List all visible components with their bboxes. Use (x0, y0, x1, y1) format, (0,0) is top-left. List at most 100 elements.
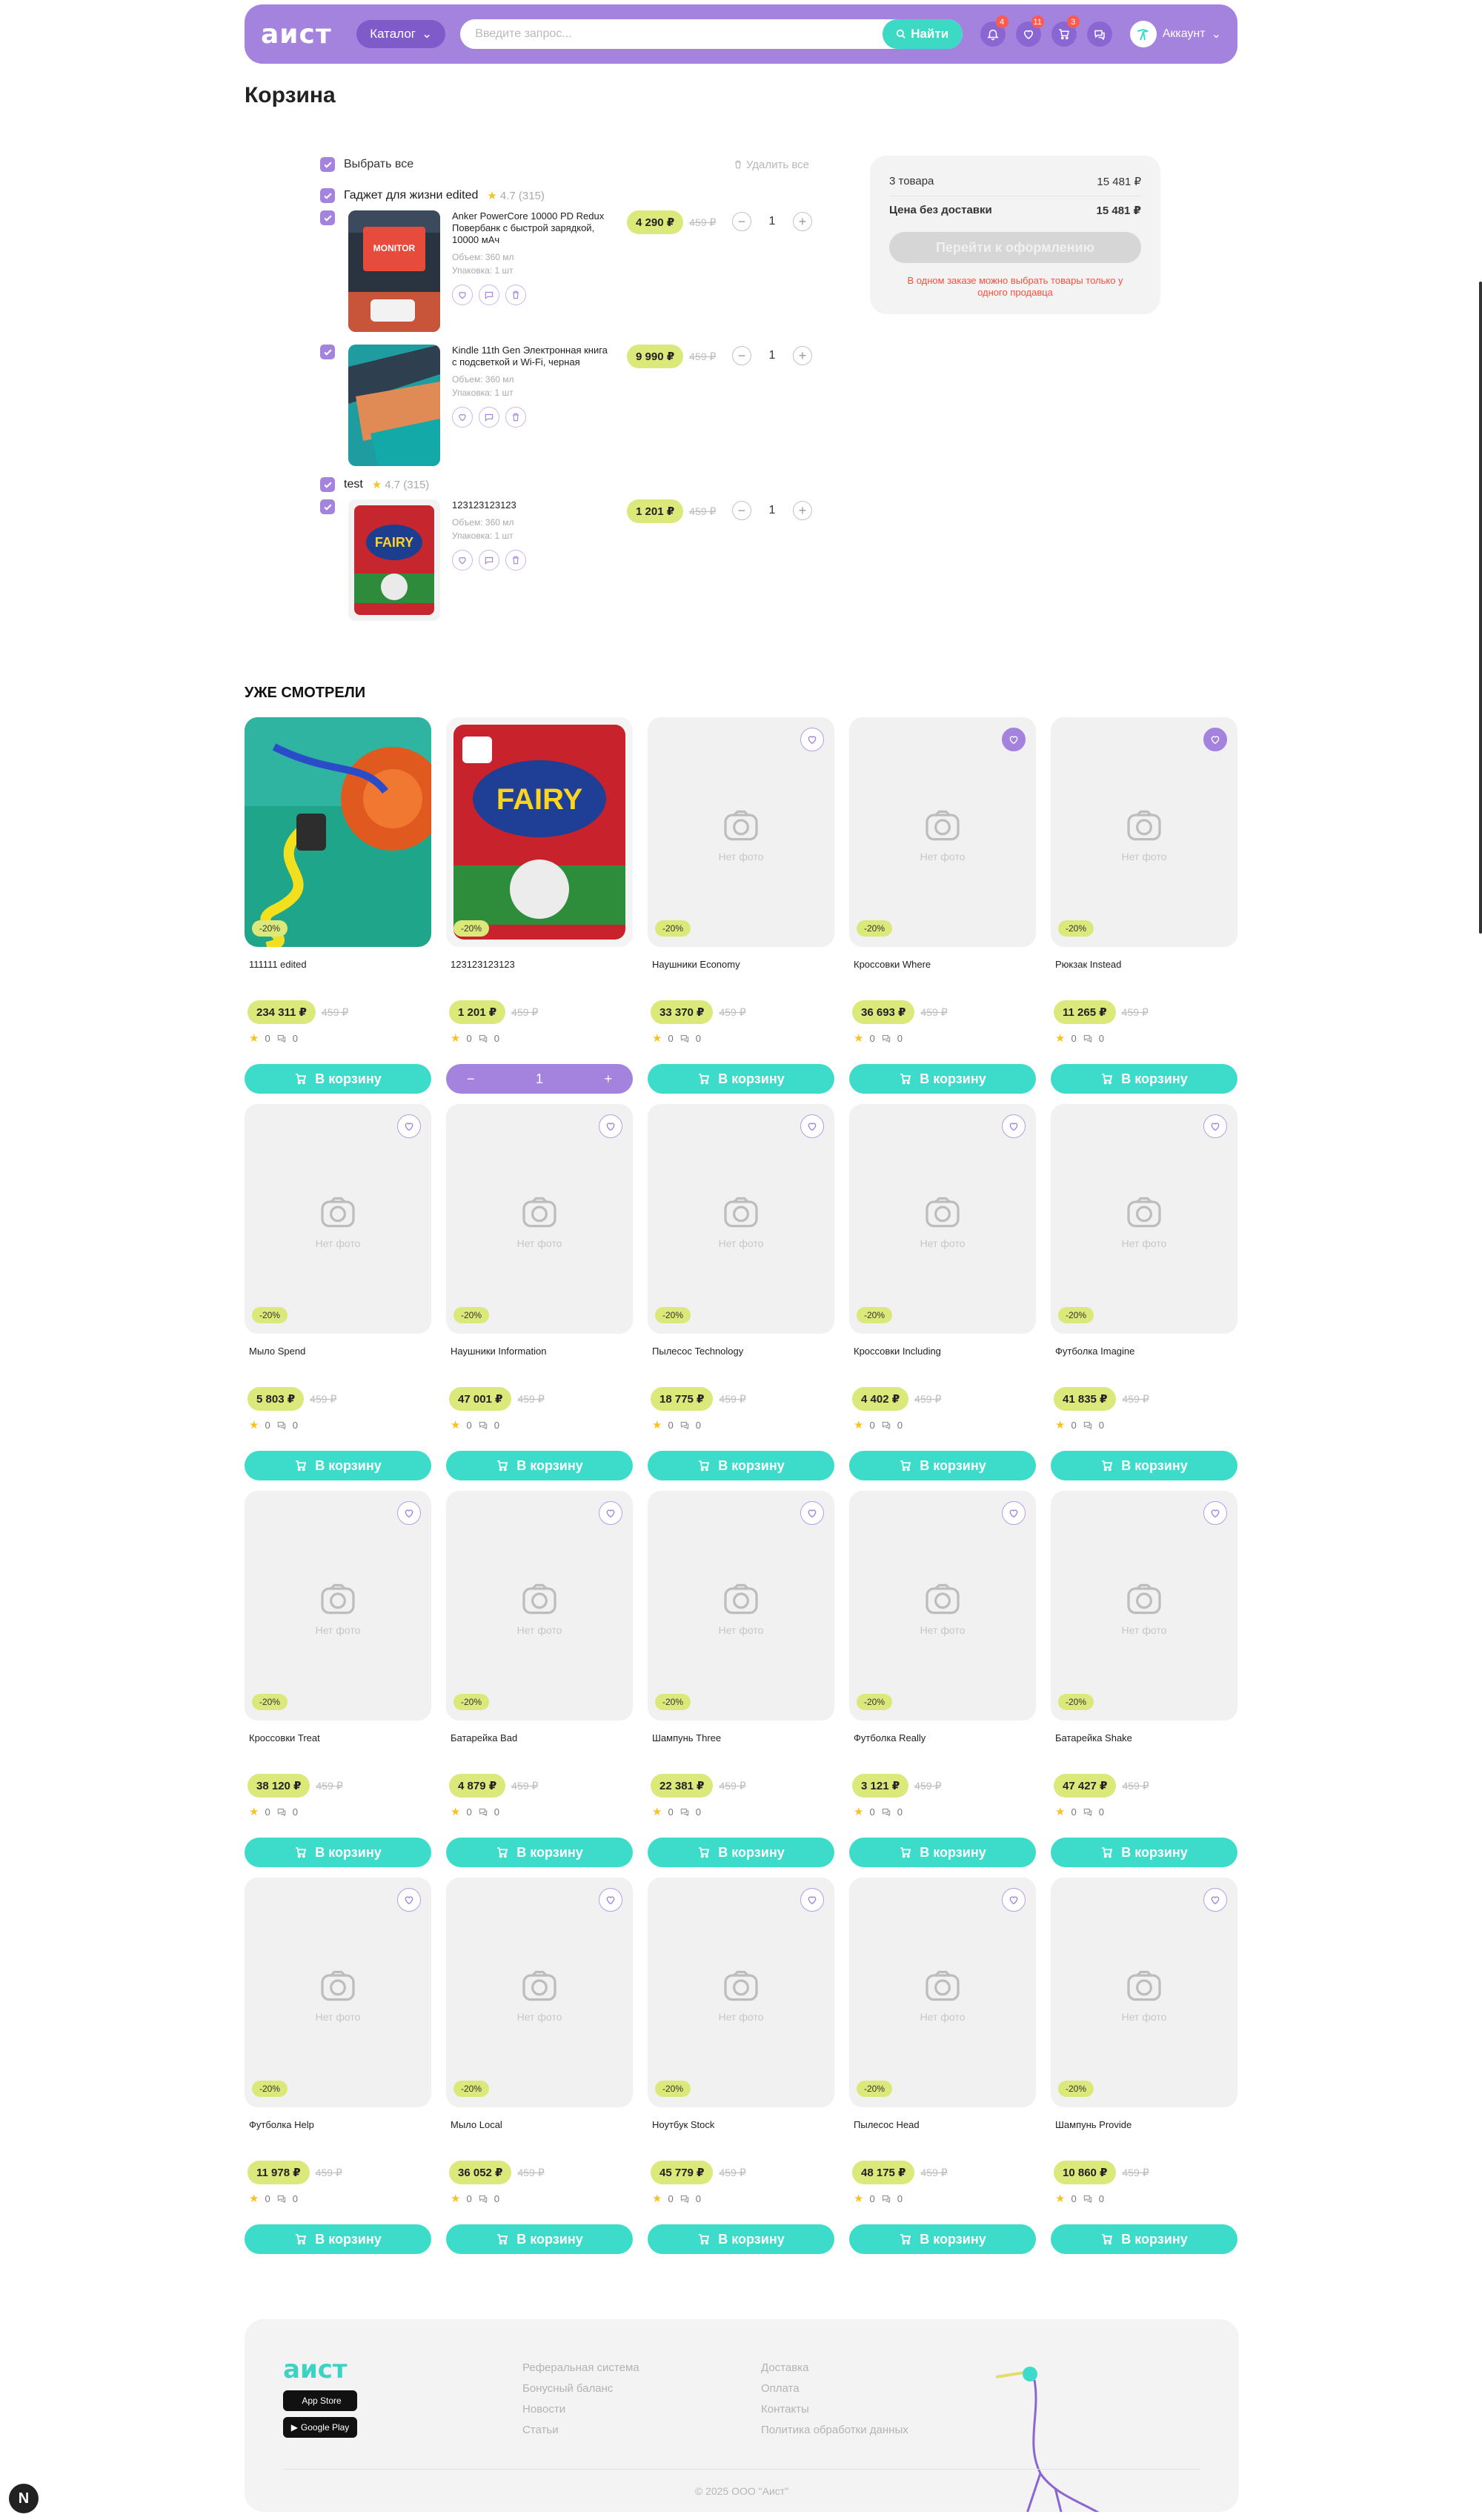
product-name[interactable]: Футболка Really (849, 1732, 1036, 1769)
scrollbar[interactable] (1479, 282, 1482, 934)
product-name[interactable]: Мыло Local (446, 2119, 633, 2156)
increase-button[interactable]: + (793, 501, 812, 520)
product-name[interactable]: Батарейка Shake (1051, 1732, 1237, 1769)
select-all-checkbox[interactable] (320, 157, 335, 172)
product-card[interactable]: Нет фото -20% Пылесос Technology 18 775 ₽ 45… (648, 1104, 834, 1480)
product-name[interactable]: 111111 edited (245, 959, 431, 996)
product-image[interactable]: FAIRY -20% (446, 717, 633, 947)
product-card[interactable]: Нет фото -20% Шампунь Three 22 381 ₽ 459 ₽ ★ 0… (648, 1491, 834, 1867)
footer-link[interactable]: Доставка (761, 2358, 908, 2378)
account-menu[interactable]: Аккаунт ⌄ (1129, 21, 1221, 47)
add-to-cart-button[interactable]: В корзину (648, 1064, 834, 1094)
catalog-button[interactable]: Каталог ⌄ (356, 20, 446, 48)
item-checkbox[interactable] (320, 499, 335, 514)
favorite-toggle[interactable] (397, 1114, 421, 1138)
product-card[interactable]: Нет фото -20% Наушники Information 47 001 ₽… (446, 1104, 633, 1480)
product-image[interactable]: -20% (245, 717, 431, 947)
app-store-button[interactable]: App Store (283, 2390, 357, 2411)
item-name[interactable]: Kindle 11th Gen Электронная книга с подс… (452, 345, 615, 368)
product-name[interactable]: Батарейка Bad (446, 1732, 633, 1769)
notifications-button[interactable]: 4 (980, 16, 1009, 47)
product-image[interactable]: Нет фото -20% (648, 1104, 834, 1334)
item-checkbox[interactable] (320, 210, 335, 225)
favorite-toggle[interactable] (397, 1888, 421, 1912)
product-image[interactable]: Нет фото -20% (446, 1104, 633, 1334)
favorite-toggle[interactable] (1203, 728, 1227, 751)
product-image[interactable]: Нет фото -20% (446, 1878, 633, 2107)
product-image[interactable]: Нет фото -20% (1051, 1491, 1237, 1721)
favorites-button[interactable]: 11 (1015, 16, 1044, 47)
product-card[interactable]: Нет фото -20% Футболка Really 3 121 ₽ 459 ₽ ★… (849, 1491, 1036, 1867)
add-to-cart-button[interactable]: В корзину (446, 2224, 633, 2254)
seller-checkbox[interactable] (320, 188, 335, 203)
seller-checkbox[interactable] (320, 477, 335, 492)
product-image[interactable]: Нет фото -20% (849, 1491, 1036, 1721)
delete-item-button[interactable] (505, 550, 526, 571)
add-to-cart-button[interactable]: В корзину (849, 2224, 1036, 2254)
add-to-cart-button[interactable]: В корзину (446, 1838, 633, 1867)
favorite-toggle[interactable] (1203, 1501, 1227, 1525)
product-card[interactable]: Нет фото -20% Мыло Spend 5 803 ₽ 459 ₽ ★ 0 0 В к… (245, 1104, 431, 1480)
favorite-button[interactable] (452, 550, 473, 571)
footer-link[interactable]: Контакты (761, 2399, 908, 2420)
add-to-cart-button[interactable]: В корзину (446, 1451, 633, 1480)
favorite-toggle[interactable] (1203, 1888, 1227, 1912)
item-checkbox[interactable] (320, 345, 335, 359)
product-card[interactable]: Нет фото -20% Футболка Imagine 41 835 ₽ 459 … (1051, 1104, 1237, 1480)
google-play-button[interactable]: ▶ Google Play (283, 2417, 357, 2438)
favorite-button[interactable] (452, 407, 473, 428)
product-name[interactable]: Пылесос Technology (648, 1346, 834, 1383)
item-image-kindle[interactable] (348, 345, 440, 466)
product-card[interactable]: Нет фото -20% Кроссовки Including 4 402 ₽ 45… (849, 1104, 1036, 1480)
product-image[interactable]: Нет фото -20% (648, 1491, 834, 1721)
messages-button[interactable] (1086, 21, 1112, 47)
product-image[interactable]: Нет фото -20% (648, 717, 834, 947)
product-card[interactable]: Нет фото -20% Рюкзак Instead 11 265 ₽ 459 ₽ ★… (1051, 717, 1237, 1094)
add-to-cart-button[interactable]: В корзину (1051, 2224, 1237, 2254)
product-name[interactable]: Рюкзак Instead (1051, 959, 1237, 996)
product-image[interactable]: Нет фото -20% (849, 1878, 1036, 2107)
cart-button[interactable]: 3 (1051, 16, 1080, 47)
item-image-fairy[interactable]: FAIRY (348, 499, 440, 621)
decrease-button[interactable]: − (467, 1071, 475, 1087)
product-name[interactable]: 123123123123 (446, 959, 633, 996)
seller-name[interactable]: Гаджет для жизни edited (344, 189, 478, 202)
decrease-button[interactable]: − (732, 501, 751, 520)
favorite-toggle[interactable] (1002, 1501, 1026, 1525)
product-name[interactable]: Мыло Spend (245, 1346, 431, 1383)
product-image[interactable]: Нет фото -20% (245, 1491, 431, 1721)
increase-button[interactable]: + (604, 1071, 612, 1087)
delete-all-button[interactable]: Удалить все (733, 159, 809, 171)
product-name[interactable]: Шампунь Three (648, 1732, 834, 1769)
favorite-toggle[interactable] (599, 1114, 622, 1138)
add-to-cart-button[interactable]: В корзину (849, 1064, 1036, 1094)
add-to-cart-button[interactable]: В корзину (245, 1451, 431, 1480)
add-to-cart-button[interactable]: В корзину (648, 2224, 834, 2254)
add-to-cart-button[interactable]: В корзину (245, 2224, 431, 2254)
decrease-button[interactable]: − (732, 212, 751, 231)
delete-item-button[interactable] (505, 285, 526, 305)
product-name[interactable]: Кроссовки Where (849, 959, 1036, 996)
favorite-toggle[interactable] (800, 1114, 824, 1138)
favorite-toggle[interactable] (800, 1501, 824, 1525)
product-image[interactable]: Нет фото -20% (648, 1878, 834, 2107)
add-to-cart-button[interactable]: В корзину (245, 1064, 431, 1094)
message-seller-button[interactable] (479, 285, 499, 305)
favorite-button[interactable] (452, 285, 473, 305)
product-card[interactable]: Нет фото -20% Кроссовки Treat 38 120 ₽ 459 ₽… (245, 1491, 431, 1867)
product-image[interactable]: Нет фото -20% (849, 1104, 1036, 1334)
product-card[interactable]: Нет фото -20% Наушники Economy 33 370 ₽ 459 … (648, 717, 834, 1094)
favorite-toggle[interactable] (1002, 1888, 1026, 1912)
increase-button[interactable]: + (793, 346, 812, 365)
product-card[interactable]: Нет фото -20% Шампунь Provide 10 860 ₽ 459 ₽… (1051, 1878, 1237, 2254)
product-card[interactable]: Нет фото -20% Батарейка Shake 47 427 ₽ 459 ₽… (1051, 1491, 1237, 1867)
footer-link[interactable]: Оплата (761, 2378, 908, 2399)
site-logo[interactable]: аист (261, 19, 337, 50)
seller-name[interactable]: test (344, 478, 363, 491)
product-image[interactable]: Нет фото -20% (849, 717, 1036, 947)
add-to-cart-button[interactable]: В корзину (849, 1838, 1036, 1867)
favorite-toggle[interactable] (599, 1888, 622, 1912)
footer-link[interactable]: Статьи (522, 2420, 639, 2441)
increase-button[interactable]: + (793, 212, 812, 231)
item-name[interactable]: 123123123123 (452, 499, 615, 511)
